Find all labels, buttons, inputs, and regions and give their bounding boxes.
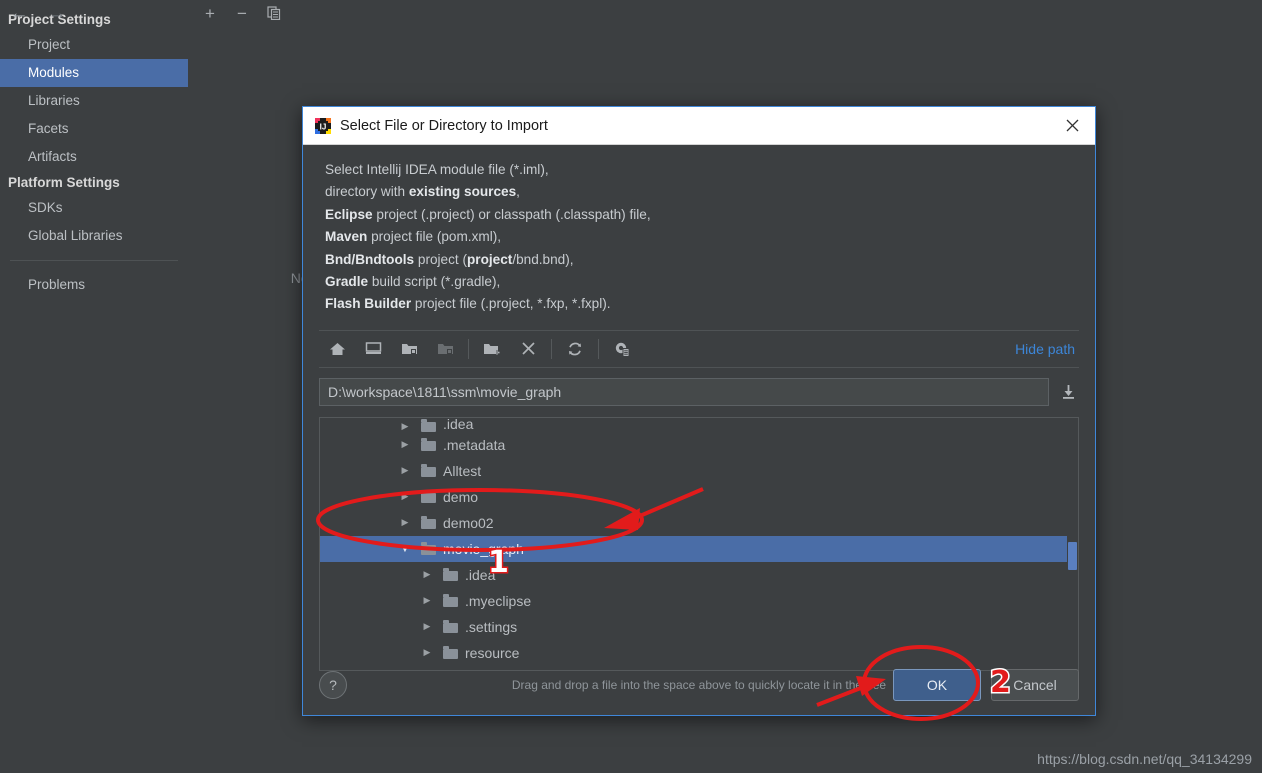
arrow-right-icon[interactable]: →	[40, 0, 74, 26]
sidebar-item-modules[interactable]: Modules	[0, 59, 188, 87]
chevron-right-icon[interactable]: ▶	[396, 421, 414, 432]
path-input[interactable]: D:\workspace\1811\ssm\movie_graph	[319, 377, 1049, 406]
toolbar-separator	[598, 338, 599, 359]
tree-row[interactable]: ▶ .settings	[320, 614, 1078, 640]
tree-row-label: demo	[443, 488, 479, 505]
folder-icon	[443, 567, 458, 581]
path-row: D:\workspace\1811\ssm\movie_graph	[319, 377, 1079, 406]
tree-scrollbar-thumb[interactable]	[1068, 541, 1077, 570]
folder-up-icon[interactable]	[393, 334, 425, 364]
description-line: directory with existing sources,	[325, 184, 520, 200]
chevron-right-icon[interactable]: ▶	[396, 517, 414, 528]
chevron-right-icon[interactable]: ▶	[396, 491, 414, 502]
copy-module-button[interactable]	[264, 3, 284, 23]
intellij-idea-icon: IJ	[315, 117, 331, 134]
hide-path-link[interactable]: Hide path	[1015, 341, 1075, 357]
show-hidden-files-icon[interactable]	[606, 334, 638, 364]
dialog-description: Select Intellij IDEA module file (*.iml)…	[303, 145, 1095, 322]
tree-row-label: .settings	[465, 618, 518, 635]
description-line: Eclipse project (.project) or classpath …	[325, 206, 651, 222]
dialog-titlebar: IJ Select File or Directory to Import	[303, 107, 1095, 145]
refresh-icon[interactable]	[559, 334, 591, 364]
navigation-arrows: ← →	[0, 0, 188, 26]
sidebar-item-libraries[interactable]: Libraries	[0, 87, 188, 115]
tree-row[interactable]: ▶ .idea	[320, 418, 1078, 432]
tree-row[interactable]: ▶ .metadata	[320, 432, 1078, 458]
help-button[interactable]: ?	[319, 671, 347, 699]
description-line: Flash Builder project file (.project, *.…	[325, 296, 611, 312]
folder-icon	[443, 619, 458, 633]
toolbar-separator	[468, 338, 469, 359]
sidebar-item-problems[interactable]: Problems	[0, 271, 188, 299]
settings-sidebar: ← → Project Settings Project Modules Lib…	[0, 0, 189, 773]
tree-scrollbar[interactable]	[1067, 417, 1078, 670]
folder-icon	[421, 541, 436, 555]
tree-row[interactable]: ▶ .idea	[320, 562, 1078, 588]
svg-text:IJ: IJ	[320, 122, 327, 131]
chevron-down-icon[interactable]: ▼	[396, 544, 414, 554]
chevron-right-icon[interactable]: ▶	[418, 595, 436, 606]
tree-row-label: .idea	[465, 566, 496, 583]
close-icon[interactable]	[1049, 108, 1095, 144]
toolbar-separator	[551, 338, 552, 359]
sidebar-item-sdks[interactable]: SDKs	[0, 194, 188, 222]
chevron-right-icon[interactable]: ▶	[418, 621, 436, 632]
sidebar-group-platform-settings: Platform Settings	[8, 175, 120, 190]
folder-back-icon	[429, 334, 461, 364]
description-line: Select Intellij IDEA module file (*.iml)…	[325, 162, 549, 177]
tree-row-label: .idea	[443, 417, 474, 432]
remove-module-button[interactable]: −	[232, 3, 252, 23]
sidebar-divider	[10, 260, 178, 261]
dialog-footer: ? OK Cancel	[303, 655, 1095, 715]
tree-row[interactable]: ▶ Alltest	[320, 458, 1078, 484]
chevron-right-icon[interactable]: ▶	[418, 569, 436, 580]
add-module-button[interactable]: +	[200, 3, 220, 23]
new-folder-icon[interactable]	[476, 334, 508, 364]
watermark-url: https://blog.csdn.net/qq_34134299	[1037, 751, 1252, 767]
ok-button[interactable]: OK	[893, 669, 981, 701]
modules-toolbar: + −	[188, 0, 446, 26]
sidebar-item-facets[interactable]: Facets	[0, 115, 188, 143]
tree-row-label: demo02	[443, 514, 494, 531]
description-line: Bnd/Bndtools project (project/bnd.bnd),	[325, 251, 574, 267]
import-dialog: IJ Select File or Directory to Import Se…	[302, 106, 1096, 716]
tree-row[interactable]: ▼ movie_graph	[320, 535, 1078, 562]
dialog-title: Select File or Directory to Import	[340, 117, 548, 134]
folder-icon	[443, 593, 458, 607]
tree-row-label: movie_graph	[443, 540, 524, 557]
chevron-right-icon[interactable]: ▶	[396, 439, 414, 450]
tree-row[interactable]: ▶ demo02	[320, 510, 1078, 536]
cancel-button[interactable]: Cancel	[991, 669, 1079, 701]
tree-row-label: .metadata	[443, 436, 506, 453]
desktop-icon[interactable]	[357, 334, 389, 364]
tree-row-label: Alltest	[443, 462, 482, 479]
folder-icon	[421, 515, 436, 529]
arrow-left-icon[interactable]: ←	[2, 0, 36, 26]
delete-icon[interactable]	[512, 334, 544, 364]
dialog-body: Select Intellij IDEA module file (*.iml)…	[303, 145, 1095, 715]
chevron-right-icon[interactable]: ▶	[396, 465, 414, 476]
directory-tree[interactable]: ▶ .idea ▶ .metadata ▶ Alltest ▶ demo ▶ demo02 ▼ mov…	[319, 416, 1079, 671]
sidebar-item-artifacts[interactable]: Artifacts	[0, 143, 188, 171]
download-icon[interactable]	[1057, 380, 1079, 404]
description-line: Maven project file (pom.xml),	[325, 229, 502, 245]
tree-row[interactable]: ▶ .myeclipse	[320, 588, 1078, 614]
tree-row-label: .myeclipse	[465, 592, 532, 609]
file-chooser-toolbar: Hide path	[319, 329, 1079, 368]
sidebar-item-global-libraries[interactable]: Global Libraries	[0, 222, 188, 250]
home-icon[interactable]	[321, 334, 353, 364]
folder-icon	[421, 463, 436, 477]
tree-row[interactable]: ▶ demo	[320, 484, 1078, 510]
folder-icon	[421, 437, 436, 451]
folder-icon	[421, 489, 436, 503]
description-line: Gradle build script (*.gradle),	[325, 274, 501, 290]
folder-icon	[421, 418, 436, 432]
sidebar-item-project[interactable]: Project	[0, 31, 188, 59]
